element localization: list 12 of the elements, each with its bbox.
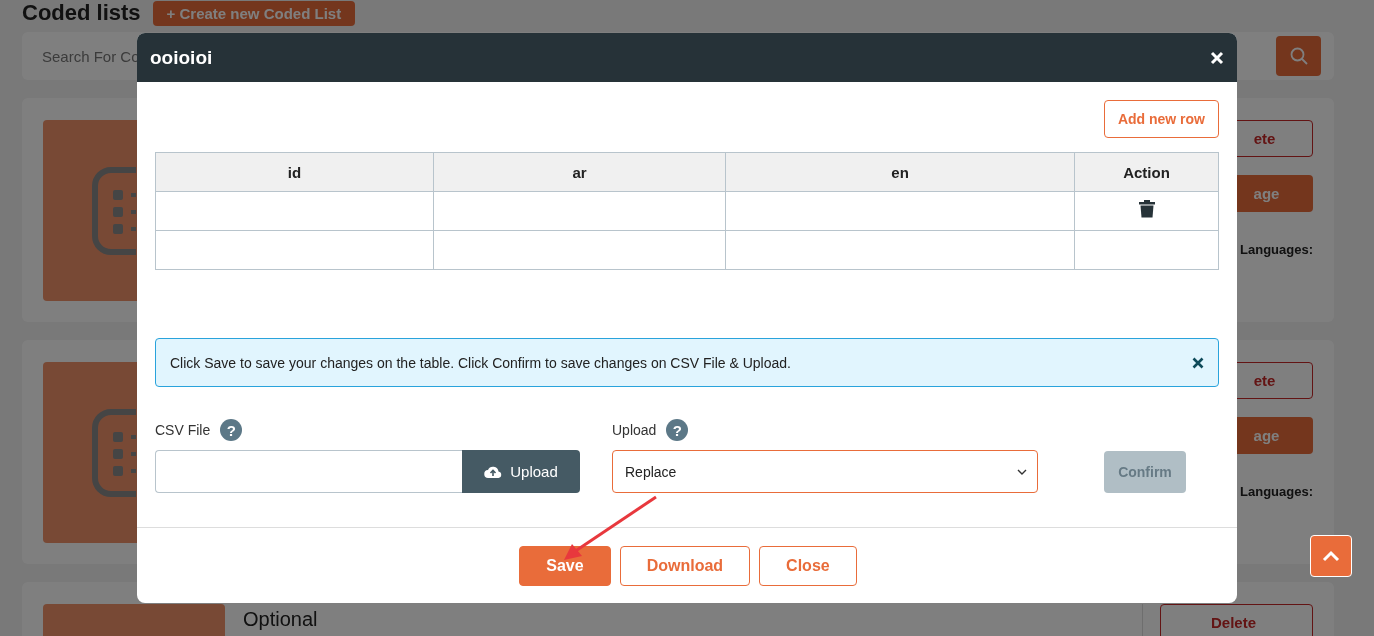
column-header: id [155,152,434,192]
column-header: en [725,152,1075,192]
modal-title: ooioioi [150,46,213,69]
column-header: Action [1074,152,1219,192]
alert-text: Click Save to save your changes on the table. Click Confirm to save changes on CSV File & Upload. [170,354,791,371]
card-title: Optional [243,608,318,630]
field-label: CSV File [155,422,211,438]
column-header: ar [433,152,726,192]
field-label: Upload [612,422,657,438]
languages-label: Languages: [1240,242,1313,257]
page-title: Coded lists [22,0,141,26]
languages-label: Languages: [1240,484,1313,499]
